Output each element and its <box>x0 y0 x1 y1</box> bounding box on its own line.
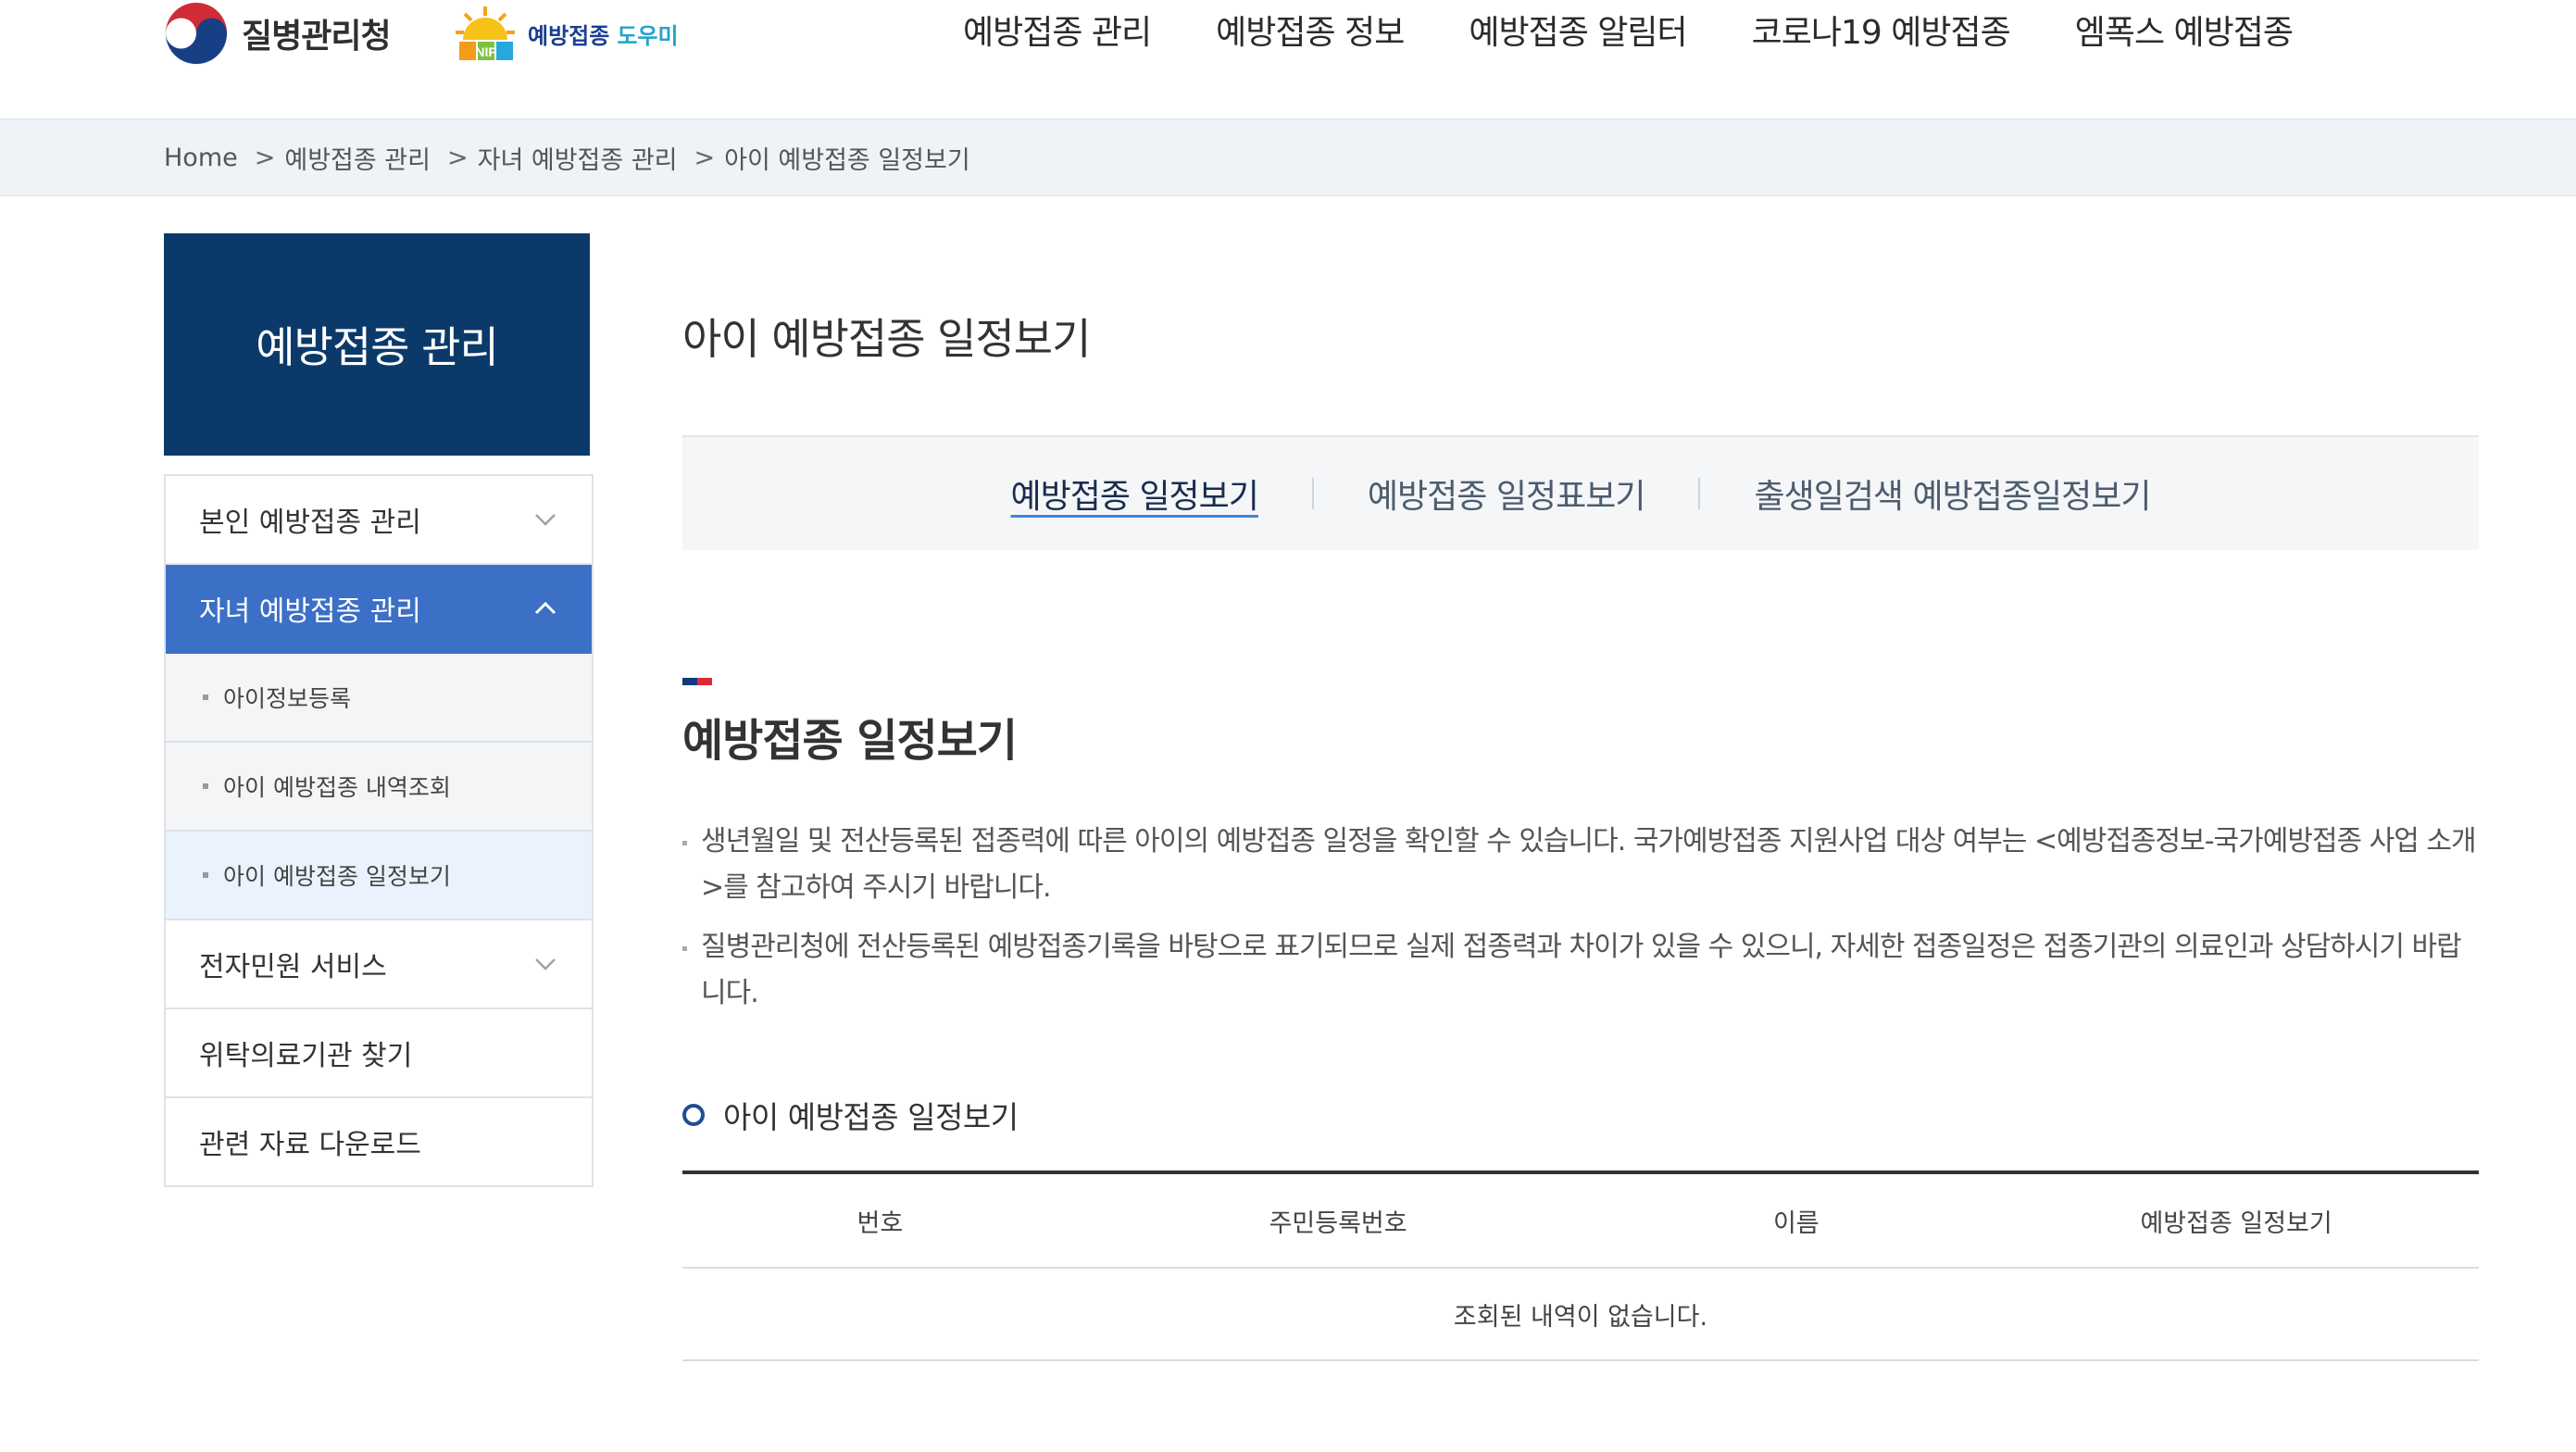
column-header-number: 번호 <box>682 1170 1078 1269</box>
column-header-schedule: 예방접종 일정보기 <box>1994 1170 2479 1269</box>
subsection-title-text: 아이 예방접종 일정보기 <box>723 1099 1019 1135</box>
notice-item: 질병관리청에 전산등록된 예방접종기록을 바탕으로 표기되므로 실제 접종력과 … <box>682 924 2479 1017</box>
sidebar-item-downloads[interactable]: 관련 자료 다운로드 <box>166 1098 592 1187</box>
nav-vaccination-notice[interactable]: 예방접종 알림터 <box>1469 6 1687 54</box>
breadcrumb-home[interactable]: Home <box>164 144 238 172</box>
sidebar-item-label: 본인 예방접종 관리 <box>199 507 421 539</box>
nip-letters: NIP <box>475 44 496 59</box>
breadcrumb-item[interactable]: 자녀 예방접종 관리 <box>478 140 678 176</box>
taegeuk-emblem-icon <box>165 2 228 65</box>
sidebar-subitem-child-register[interactable]: 아이정보등록 <box>166 654 592 743</box>
nav-vaccination-management[interactable]: 예방접종 관리 <box>963 6 1152 54</box>
sidebar-subitem-child-schedule[interactable]: 아이 예방접종 일정보기 <box>166 832 592 920</box>
sidebar-title: 예방접종 관리 <box>256 322 499 372</box>
sun-logo-icon: NIP <box>456 6 515 60</box>
tab-schedule-view[interactable]: 예방접종 일정보기 <box>957 469 1312 518</box>
sidebar-subitem-label: 아이 예방접종 일정보기 <box>223 863 451 890</box>
chevron-up-icon <box>534 601 556 615</box>
kdca-logo-text: 질병관리청 <box>242 18 392 56</box>
breadcrumb-separator-icon: > <box>694 143 716 172</box>
sidebar-item-child-vaccination[interactable]: 자녀 예방접종 관리 <box>166 565 592 654</box>
nip-logo-text-a: 예방접종 <box>528 22 610 49</box>
section-title-marker <box>682 678 712 685</box>
column-header-resident-id: 주민등록번호 <box>1077 1170 1599 1269</box>
bullet-icon <box>203 783 208 789</box>
breadcrumb-item[interactable]: 예방접종 관리 <box>284 140 431 176</box>
nip-logo-text-b: 도우미 <box>617 22 679 49</box>
sidebar-subitem-label: 아이정보등록 <box>223 685 352 712</box>
sidebar-item-label: 관련 자료 다운로드 <box>199 1129 421 1161</box>
table-header-row: 번호 주민등록번호 이름 예방접종 일정보기 <box>682 1170 2479 1269</box>
table-row: 조회된 내역이 없습니다. <box>682 1268 2479 1361</box>
bullet-icon <box>203 872 208 878</box>
sidebar-subitem-label: 아이 예방접종 내역조회 <box>223 774 451 801</box>
section-title: 예방접종 일정보기 <box>682 715 1018 767</box>
bullet-icon <box>203 695 208 700</box>
tab-bar: 예방접종 일정보기 예방접종 일정표보기 출생일검색 예방접종일정보기 <box>682 435 2479 550</box>
nav-mpox-vaccination[interactable]: 엠폭스 예방접종 <box>2075 6 2294 54</box>
breadcrumb-bar: Home > 예방접종 관리 > 자녀 예방접종 관리 > 아이 예방접종 일정… <box>0 119 2576 196</box>
chevron-down-icon <box>535 958 556 970</box>
page-title: 아이 예방접종 일정보기 <box>682 314 1091 364</box>
tab-schedule-table[interactable]: 예방접종 일정표보기 <box>1314 469 1699 518</box>
notice-list: 생년월일 및 전산등록된 접종력에 따른 아이의 예방접종 일정을 확인할 수 … <box>682 819 2479 1030</box>
sidebar-item-my-vaccination[interactable]: 본인 예방접종 관리 <box>166 476 592 565</box>
chevron-down-icon <box>535 514 556 526</box>
empty-table-message: 조회된 내역이 없습니다. <box>682 1268 2479 1361</box>
nav-covid19-vaccination[interactable]: 코로나19 예방접종 <box>1752 6 2011 54</box>
kdca-logo[interactable]: 질병관리청 <box>164 0 392 67</box>
sidebar-subitem-child-history[interactable]: 아이 예방접종 내역조회 <box>166 743 592 832</box>
breadcrumb-separator-icon: > <box>446 143 469 172</box>
sidebar-item-label: 자녀 예방접종 관리 <box>199 595 421 628</box>
sidebar-item-find-clinic[interactable]: 위탁의료기관 찾기 <box>166 1009 592 1098</box>
sidebar-item-e-civil-service[interactable]: 전자민원 서비스 <box>166 920 592 1009</box>
subsection-title: 아이 예방접종 일정보기 <box>682 1093 1019 1137</box>
tab-birthdate-search[interactable]: 출생일검색 예방접종일정보기 <box>1700 469 2204 518</box>
sidebar-menu: 본인 예방접종 관리 자녀 예방접종 관리 아이정보등록 아이 예방접종 내역조… <box>164 474 594 1187</box>
schedule-table: 번호 주민등록번호 이름 예방접종 일정보기 조회된 내역이 없습니다. <box>682 1170 2479 1361</box>
global-nav: 예방접종 관리 예방접종 정보 예방접종 알림터 코로나19 예방접종 엠폭스 … <box>963 0 2357 59</box>
breadcrumb-separator-icon: > <box>254 143 276 172</box>
notice-item: 생년월일 및 전산등록된 접종력에 따른 아이의 예방접종 일정을 확인할 수 … <box>682 819 2479 911</box>
site-header: 질병관리청 NIP 예방접종 도우미 예방접종 관리 예방접종 정보 예방접종 알… <box>0 0 2576 119</box>
column-header-name: 이름 <box>1598 1170 1995 1269</box>
nav-vaccination-info[interactable]: 예방접종 정보 <box>1216 6 1405 54</box>
sidebar-header: 예방접종 관리 <box>164 233 590 456</box>
nip-logo[interactable]: NIP 예방접종 도우미 <box>450 0 679 67</box>
breadcrumb-current: 아이 예방접종 일정보기 <box>724 145 970 175</box>
circle-bullet-icon <box>682 1104 705 1126</box>
breadcrumb: Home > 예방접종 관리 > 자녀 예방접종 관리 > 아이 예방접종 일정… <box>164 119 970 195</box>
sidebar-item-label: 전자민원 서비스 <box>199 951 387 983</box>
sidebar-item-label: 위탁의료기관 찾기 <box>199 1040 413 1072</box>
